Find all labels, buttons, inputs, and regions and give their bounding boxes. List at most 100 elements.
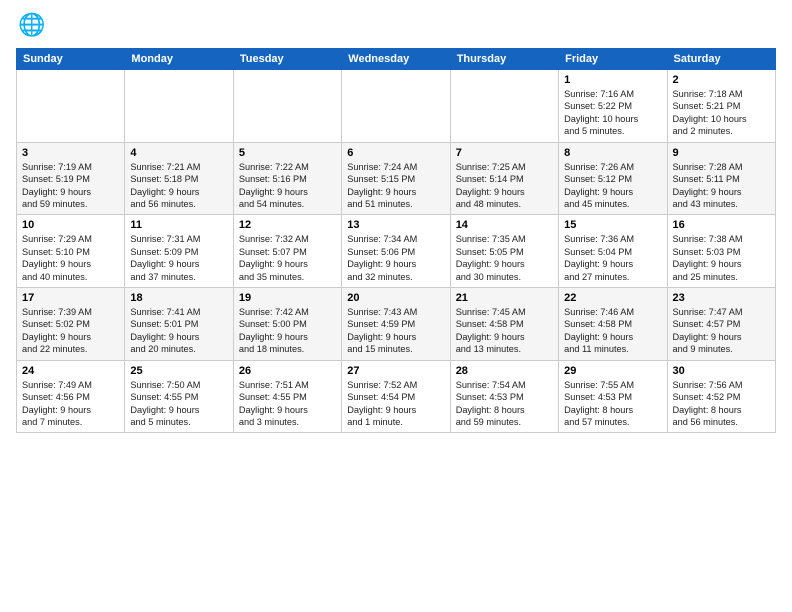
calendar-cell: 10 Sunrise: 7:29 AM Sunset: 5:10 PM Dayli… <box>17 215 125 288</box>
day-info: Sunrise: 7:25 AM Sunset: 5:14 PM Dayligh… <box>456 161 553 211</box>
calendar-cell: 30 Sunrise: 7:56 AM Sunset: 4:52 PM Dayli… <box>667 360 775 433</box>
weekday-header-tuesday: Tuesday <box>233 49 341 70</box>
day-number: 3 <box>22 147 119 159</box>
calendar-cell: 28 Sunrise: 7:54 AM Sunset: 4:53 PM Dayli… <box>450 360 558 433</box>
day-number: 24 <box>22 365 119 377</box>
calendar-cell: 2 Sunrise: 7:18 AM Sunset: 5:21 PM Daylig… <box>667 70 775 143</box>
day-info: Sunrise: 7:29 AM Sunset: 5:10 PM Dayligh… <box>22 233 119 283</box>
day-number: 16 <box>673 219 770 231</box>
day-info: Sunrise: 7:43 AM Sunset: 4:59 PM Dayligh… <box>347 306 444 356</box>
day-number: 9 <box>673 147 770 159</box>
day-info: Sunrise: 7:21 AM Sunset: 5:18 PM Dayligh… <box>130 161 227 211</box>
day-info: Sunrise: 7:41 AM Sunset: 5:01 PM Dayligh… <box>130 306 227 356</box>
weekday-header-sunday: Sunday <box>17 49 125 70</box>
day-number: 19 <box>239 292 336 304</box>
calendar-cell: 23 Sunrise: 7:47 AM Sunset: 4:57 PM Dayli… <box>667 288 775 361</box>
calendar-cell: 11Sunrise: 7:31 AM Sunset: 5:09 PM Dayli… <box>125 215 233 288</box>
day-number: 23 <box>673 292 770 304</box>
weekday-header-saturday: Saturday <box>667 49 775 70</box>
day-info: Sunrise: 7:32 AM Sunset: 5:07 PM Dayligh… <box>239 233 336 283</box>
day-number: 17 <box>22 292 119 304</box>
calendar-cell: 1 Sunrise: 7:16 AM Sunset: 5:22 PM Daylig… <box>559 70 667 143</box>
day-info: Sunrise: 7:18 AM Sunset: 5:21 PM Dayligh… <box>673 88 770 138</box>
day-info: Sunrise: 7:42 AM Sunset: 5:00 PM Dayligh… <box>239 306 336 356</box>
calendar-cell: 20 Sunrise: 7:43 AM Sunset: 4:59 PM Dayli… <box>342 288 450 361</box>
calendar-cell: 8 Sunrise: 7:26 AM Sunset: 5:12 PM Daylig… <box>559 142 667 215</box>
day-info: Sunrise: 7:56 AM Sunset: 4:52 PM Dayligh… <box>673 379 770 429</box>
calendar-cell: 15Sunrise: 7:36 AM Sunset: 5:04 PM Dayli… <box>559 215 667 288</box>
calendar-cell <box>17 70 125 143</box>
weekday-header-friday: Friday <box>559 49 667 70</box>
day-info: Sunrise: 7:49 AM Sunset: 4:56 PM Dayligh… <box>22 379 119 429</box>
day-number: 20 <box>347 292 444 304</box>
logo: 🌐 <box>16 12 48 40</box>
calendar-cell: 21 Sunrise: 7:45 AM Sunset: 4:58 PM Dayli… <box>450 288 558 361</box>
day-info: Sunrise: 7:38 AM Sunset: 5:03 PM Dayligh… <box>673 233 770 283</box>
day-number: 10 <box>22 219 119 231</box>
calendar-cell: 13 Sunrise: 7:34 AM Sunset: 5:06 PM Dayli… <box>342 215 450 288</box>
weekday-header-thursday: Thursday <box>450 49 558 70</box>
day-number: 2 <box>673 74 770 86</box>
day-number: 1 <box>564 74 661 86</box>
calendar: SundayMondayTuesdayWednesdayThursdayFrid… <box>16 48 776 433</box>
calendar-cell: 25 Sunrise: 7:50 AM Sunset: 4:55 PM Dayli… <box>125 360 233 433</box>
day-number: 28 <box>456 365 553 377</box>
day-number: 7 <box>456 147 553 159</box>
weekday-header-wednesday: Wednesday <box>342 49 450 70</box>
day-info: Sunrise: 7:45 AM Sunset: 4:58 PM Dayligh… <box>456 306 553 356</box>
day-number: 18 <box>130 292 227 304</box>
day-info: Sunrise: 7:55 AM Sunset: 4:53 PM Dayligh… <box>564 379 661 429</box>
day-number: 27 <box>347 365 444 377</box>
day-info: Sunrise: 7:39 AM Sunset: 5:02 PM Dayligh… <box>22 306 119 356</box>
calendar-cell <box>450 70 558 143</box>
day-number: 12 <box>239 219 336 231</box>
day-number: 15 <box>564 219 661 231</box>
day-number: 11 <box>130 219 227 231</box>
day-info: Sunrise: 7:19 AM Sunset: 5:19 PM Dayligh… <box>22 161 119 211</box>
calendar-cell <box>233 70 341 143</box>
calendar-cell: 5Sunrise: 7:22 AM Sunset: 5:16 PM Daylig… <box>233 142 341 215</box>
day-number: 14 <box>456 219 553 231</box>
day-number: 8 <box>564 147 661 159</box>
day-number: 26 <box>239 365 336 377</box>
calendar-cell: 4 Sunrise: 7:21 AM Sunset: 5:18 PM Daylig… <box>125 142 233 215</box>
calendar-cell: 26 Sunrise: 7:51 AM Sunset: 4:55 PM Dayli… <box>233 360 341 433</box>
day-info: Sunrise: 7:54 AM Sunset: 4:53 PM Dayligh… <box>456 379 553 429</box>
day-number: 30 <box>673 365 770 377</box>
day-info: Sunrise: 7:34 AM Sunset: 5:06 PM Dayligh… <box>347 233 444 283</box>
day-number: 4 <box>130 147 227 159</box>
day-number: 22 <box>564 292 661 304</box>
calendar-cell: 24 Sunrise: 7:49 AM Sunset: 4:56 PM Dayli… <box>17 360 125 433</box>
day-info: Sunrise: 7:28 AM Sunset: 5:11 PM Dayligh… <box>673 161 770 211</box>
calendar-cell: 14 Sunrise: 7:35 AM Sunset: 5:05 PM Dayli… <box>450 215 558 288</box>
calendar-cell: 3 Sunrise: 7:19 AM Sunset: 5:19 PM Daylig… <box>17 142 125 215</box>
day-info: Sunrise: 7:50 AM Sunset: 4:55 PM Dayligh… <box>130 379 227 429</box>
day-number: 21 <box>456 292 553 304</box>
calendar-cell: 19 Sunrise: 7:42 AM Sunset: 5:00 PM Dayli… <box>233 288 341 361</box>
day-info: Sunrise: 7:47 AM Sunset: 4:57 PM Dayligh… <box>673 306 770 356</box>
day-info: Sunrise: 7:26 AM Sunset: 5:12 PM Dayligh… <box>564 161 661 211</box>
calendar-cell: 22 Sunrise: 7:46 AM Sunset: 4:58 PM Dayli… <box>559 288 667 361</box>
day-info: Sunrise: 7:46 AM Sunset: 4:58 PM Dayligh… <box>564 306 661 356</box>
svg-text:🌐: 🌐 <box>18 12 44 37</box>
calendar-cell: 16 Sunrise: 7:38 AM Sunset: 5:03 PM Dayli… <box>667 215 775 288</box>
day-info: Sunrise: 7:24 AM Sunset: 5:15 PM Dayligh… <box>347 161 444 211</box>
calendar-cell: 12 Sunrise: 7:32 AM Sunset: 5:07 PM Dayli… <box>233 215 341 288</box>
calendar-cell: 18 Sunrise: 7:41 AM Sunset: 5:01 PM Dayli… <box>125 288 233 361</box>
day-info: Sunrise: 7:16 AM Sunset: 5:22 PM Dayligh… <box>564 88 661 138</box>
day-info: Sunrise: 7:35 AM Sunset: 5:05 PM Dayligh… <box>456 233 553 283</box>
calendar-cell: 9 Sunrise: 7:28 AM Sunset: 5:11 PM Daylig… <box>667 142 775 215</box>
calendar-cell: 17 Sunrise: 7:39 AM Sunset: 5:02 PM Dayli… <box>17 288 125 361</box>
calendar-cell <box>342 70 450 143</box>
day-number: 5 <box>239 147 336 159</box>
logo-icon: 🌐 <box>16 12 44 40</box>
weekday-header-monday: Monday <box>125 49 233 70</box>
calendar-cell: 27Sunrise: 7:52 AM Sunset: 4:54 PM Dayli… <box>342 360 450 433</box>
calendar-cell <box>125 70 233 143</box>
day-number: 13 <box>347 219 444 231</box>
day-number: 25 <box>130 365 227 377</box>
day-info: Sunrise: 7:51 AM Sunset: 4:55 PM Dayligh… <box>239 379 336 429</box>
day-number: 29 <box>564 365 661 377</box>
calendar-cell: 6Sunrise: 7:24 AM Sunset: 5:15 PM Daylig… <box>342 142 450 215</box>
calendar-cell: 7 Sunrise: 7:25 AM Sunset: 5:14 PM Daylig… <box>450 142 558 215</box>
